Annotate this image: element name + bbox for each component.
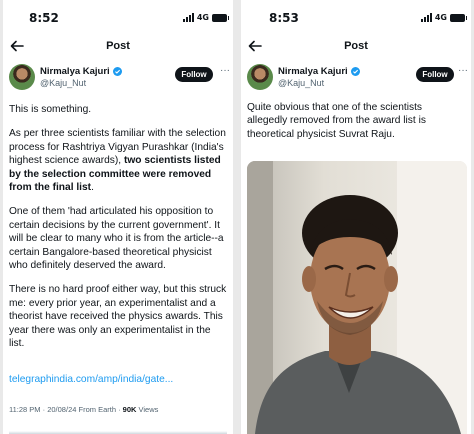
author-row: Nirmalya Kajuri @Kaju_Nut Follow ··· [241,58,471,98]
nav-bar: Post [3,36,233,58]
left-screenshot: 8:52 4G Post Nirmalya Kajuri @Kaju_Nut F… [3,0,233,434]
tweet-text: Quite obvious that one of the scientists… [241,101,471,141]
views-label: Views [136,405,159,414]
author-name[interactable]: Nirmalya Kajuri [40,66,122,77]
signal-icon [420,13,432,22]
tweet-meta: 11:28 PM · 20/08/24 From Earth · 90K Vie… [9,405,158,414]
status-indicators: 4G [182,13,229,22]
follow-button[interactable]: Follow [416,67,454,82]
verified-icon [112,67,122,76]
follow-button[interactable]: Follow [175,67,213,82]
page-title: Post [344,40,368,52]
tweet-paragraph: Quite obvious that one of the scientists… [247,102,426,140]
author-handle[interactable]: @Kaju_Nut [40,78,86,88]
screenshot-gap [233,0,241,434]
more-icon[interactable]: ··· [458,65,468,76]
avatar[interactable] [9,64,35,90]
tweet-paragraph: One of them 'had articulated his opposit… [9,206,224,272]
article-link[interactable]: telegraphindia.com/amp/india/gate... [3,374,179,385]
avatar[interactable] [247,64,273,90]
battery-icon [212,13,229,22]
status-bar: 8:53 4G [241,0,471,36]
author-name[interactable]: Nirmalya Kajuri [278,66,360,77]
tweet-paragraph: As per three scientists familiar with th… [9,128,226,194]
status-time: 8:53 [269,11,299,25]
tweet-paragraph: This is something. [9,104,92,115]
tweet-text: This is something. As per three scientis… [3,103,233,351]
author-row: Nirmalya Kajuri @Kaju_Nut Follow ··· [3,58,233,98]
tweet-paragraph: There is no hard proof either way, but t… [9,284,227,350]
status-indicators: 4G [420,13,467,22]
signal-icon [182,13,194,22]
views-count: 90K [122,405,137,414]
author-handle[interactable]: @Kaju_Nut [278,78,324,88]
verified-icon [350,67,360,76]
right-screenshot: 8:53 4G Post Nirmalya Kajuri @Kaju_Nut F… [241,0,471,434]
more-icon[interactable]: ··· [220,65,230,76]
tweet-photo[interactable] [247,161,467,434]
battery-icon [450,13,467,22]
nav-bar: Post [241,36,471,58]
status-time: 8:52 [29,11,59,25]
network-label: 4G [196,13,209,22]
page-title: Post [106,40,130,52]
status-bar: 8:52 4G [3,0,233,36]
author-name-text: Nirmalya Kajuri [278,66,348,77]
portrait-illustration [247,161,467,434]
tweet-timestamp: 11:28 PM · 20/08/24 From Earth · [9,405,123,414]
author-name-text: Nirmalya Kajuri [40,66,110,77]
network-label: 4G [434,13,447,22]
